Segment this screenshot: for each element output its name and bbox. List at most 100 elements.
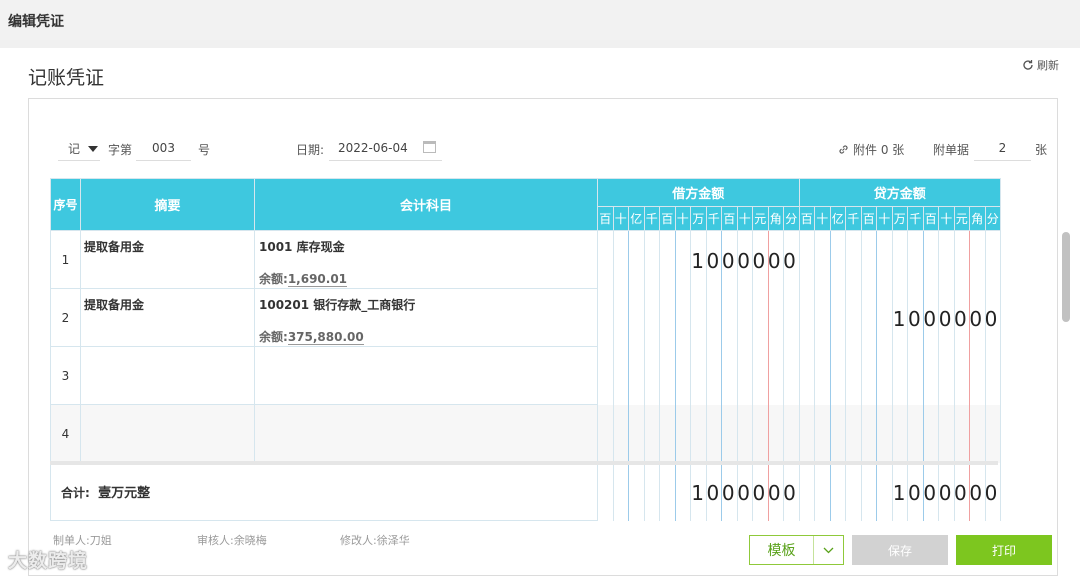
credit-digit-cell[interactable]: [845, 288, 862, 347]
row-summary[interactable]: 提取备用金: [80, 230, 255, 289]
credit-digit-cell[interactable]: [876, 404, 893, 463]
debit-digit-cell[interactable]: [705, 404, 722, 463]
credit-digit-cell[interactable]: [922, 346, 939, 405]
print-button[interactable]: 打印: [956, 535, 1052, 565]
debit-digit-cell[interactable]: [767, 288, 784, 347]
credit-digit-cell[interactable]: [798, 404, 815, 463]
debit-digit-cell[interactable]: [783, 346, 800, 405]
credit-digit-cell[interactable]: [798, 288, 815, 347]
debit-digit-cell[interactable]: 1000000: [691, 230, 800, 289]
debit-digit-cell[interactable]: [628, 404, 645, 463]
credit-digit-cell[interactable]: [922, 230, 939, 289]
voucher-number-input[interactable]: 003: [136, 137, 191, 161]
credit-digit-cell[interactable]: [876, 288, 893, 347]
debit-digit-cell[interactable]: [721, 288, 738, 347]
debit-digit-cell[interactable]: [752, 404, 769, 463]
debit-digit-cell[interactable]: [612, 288, 629, 347]
debit-digit-cell[interactable]: [597, 404, 614, 463]
debit-digit-cell[interactable]: [674, 346, 691, 405]
total-credit-digit-cell[interactable]: [829, 462, 846, 521]
credit-digit-cell[interactable]: [829, 230, 846, 289]
debit-digit-cell[interactable]: [643, 346, 660, 405]
calendar-icon[interactable]: [423, 141, 436, 153]
chevron-down-icon[interactable]: [813, 536, 843, 564]
debit-digit-cell[interactable]: [597, 230, 614, 289]
total-credit-digit-cell[interactable]: [798, 462, 815, 521]
debit-digit-cell[interactable]: [643, 230, 660, 289]
debit-digit-cell[interactable]: [643, 404, 660, 463]
debit-digit-cell[interactable]: [767, 404, 784, 463]
credit-digit-cell[interactable]: [907, 230, 924, 289]
debit-digit-cell[interactable]: [736, 288, 753, 347]
credit-digit-cell[interactable]: [876, 230, 893, 289]
attachment-link[interactable]: 附件 0 张: [838, 141, 904, 158]
debit-digit-cell[interactable]: [674, 230, 691, 289]
credit-digit-cell[interactable]: [845, 404, 862, 463]
credit-digit-cell[interactable]: [969, 404, 986, 463]
table-row[interactable]: 2 提取备用金 100201 银行存款_工商银行 余额:375,880.00 10000…: [50, 288, 1001, 347]
table-row[interactable]: 4: [50, 404, 1001, 463]
debit-digit-cell[interactable]: [705, 346, 722, 405]
credit-digit-cell[interactable]: [891, 230, 908, 289]
total-credit-digit-cell[interactable]: [876, 462, 893, 521]
debit-digit-cell[interactable]: [628, 346, 645, 405]
total-debit-digit-cell[interactable]: [597, 462, 614, 521]
row-account[interactable]: 100201 银行存款_工商银行 余额:375,880.00: [254, 288, 598, 347]
credit-digit-cell[interactable]: [922, 404, 939, 463]
debit-digit-cell[interactable]: [674, 288, 691, 347]
credit-digit-cell[interactable]: [798, 346, 815, 405]
credit-digit-cell[interactable]: [814, 230, 831, 289]
table-row[interactable]: 1 提取备用金 1001 库存现金 余额:1,690.01 1000000: [50, 230, 1001, 289]
debit-digit-cell[interactable]: [628, 288, 645, 347]
credit-digit-cell[interactable]: [953, 346, 970, 405]
debit-digit-cell[interactable]: [690, 288, 707, 347]
credit-digit-cell[interactable]: [953, 404, 970, 463]
row-account[interactable]: 1001 库存现金 余额:1,690.01: [254, 230, 598, 289]
credit-digit-cell[interactable]: [969, 346, 986, 405]
credit-digit-cell[interactable]: [814, 288, 831, 347]
credit-digit-cell[interactable]: [829, 404, 846, 463]
debit-digit-cell[interactable]: [736, 346, 753, 405]
debit-digit-cell[interactable]: [612, 230, 629, 289]
credit-digit-cell[interactable]: [953, 230, 970, 289]
credit-digit-cell[interactable]: [798, 230, 815, 289]
credit-digit-cell[interactable]: [829, 288, 846, 347]
credit-digit-cell[interactable]: [907, 404, 924, 463]
credit-digit-cell[interactable]: [984, 404, 1001, 463]
debit-digit-cell[interactable]: [597, 288, 614, 347]
debit-digit-cell[interactable]: [612, 404, 629, 463]
credit-digit-cell[interactable]: [969, 230, 986, 289]
row-summary[interactable]: 提取备用金: [80, 288, 255, 347]
total-credit-digit-cell[interactable]: 1000000: [893, 462, 1001, 521]
total-debit-digit-cell[interactable]: [659, 462, 676, 521]
credit-digit-cell[interactable]: [860, 346, 877, 405]
total-credit-digit-cell[interactable]: [860, 462, 877, 521]
credit-digit-cell[interactable]: [891, 346, 908, 405]
total-debit-digit-cell[interactable]: [612, 462, 629, 521]
debit-digit-cell[interactable]: [643, 288, 660, 347]
debit-digit-cell[interactable]: [736, 404, 753, 463]
vertical-scrollbar[interactable]: [1062, 232, 1070, 322]
total-credit-digit-cell[interactable]: [814, 462, 831, 521]
credit-digit-cell[interactable]: [814, 346, 831, 405]
credit-digit-cell[interactable]: [845, 346, 862, 405]
credit-digit-cell[interactable]: [860, 230, 877, 289]
credit-digit-cell[interactable]: [938, 230, 955, 289]
credit-digit-cell[interactable]: [860, 288, 877, 347]
credit-digit-cell[interactable]: [891, 404, 908, 463]
credit-digit-cell[interactable]: [845, 230, 862, 289]
debit-digit-cell[interactable]: [752, 346, 769, 405]
total-debit-digit-cell[interactable]: [643, 462, 660, 521]
debit-digit-cell[interactable]: [767, 346, 784, 405]
credit-digit-cell[interactable]: [938, 404, 955, 463]
debit-digit-cell[interactable]: [705, 288, 722, 347]
credit-digit-cell[interactable]: [876, 346, 893, 405]
debit-digit-cell[interactable]: [721, 346, 738, 405]
debit-digit-cell[interactable]: [659, 288, 676, 347]
debit-digit-cell[interactable]: [597, 346, 614, 405]
row-summary[interactable]: [80, 404, 255, 463]
total-debit-digit-cell[interactable]: [628, 462, 645, 521]
row-account[interactable]: [254, 346, 598, 405]
credit-digit-cell[interactable]: [907, 346, 924, 405]
debit-digit-cell[interactable]: [659, 346, 676, 405]
